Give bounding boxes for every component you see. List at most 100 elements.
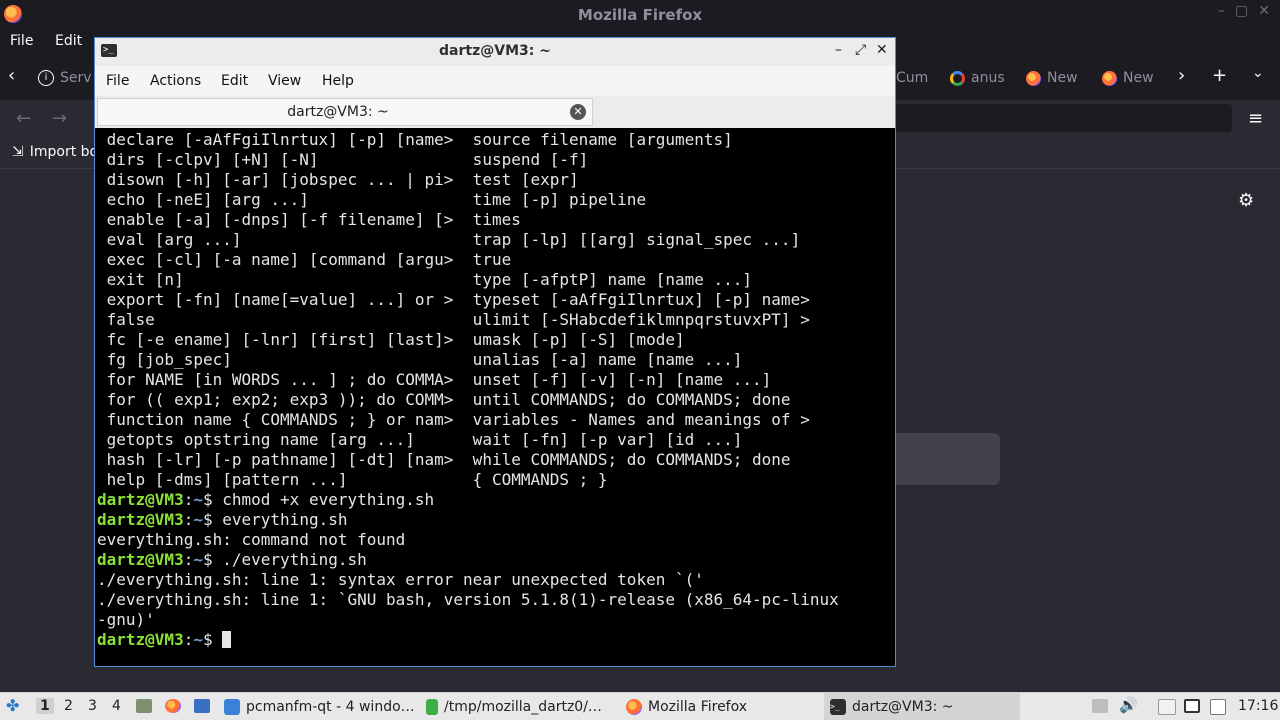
close-icon[interactable]: ✕ xyxy=(1258,3,1270,19)
workspace-1[interactable]: 1 xyxy=(36,698,54,714)
start-menu-icon[interactable]: ✤ xyxy=(6,696,19,715)
command-line: ./everything.sh xyxy=(222,550,367,569)
prompt-user: dartz@VM3 xyxy=(97,630,184,649)
prompt-sep: : xyxy=(183,490,194,509)
help-line: disown [-h] [-ar] [jobspec ... | pi> tes… xyxy=(97,170,579,189)
workspace-3[interactable]: 3 xyxy=(88,698,97,714)
command-output: everything.sh: command not found xyxy=(97,530,406,549)
firefox-icon xyxy=(1102,70,1117,86)
tab-scroll-left-icon[interactable]: ‹ xyxy=(8,65,15,86)
firefox-icon xyxy=(4,5,22,23)
task-tmp-file[interactable]: /tmp/mozilla_dartz0/… xyxy=(426,693,618,720)
app-menu-icon[interactable]: ≡ xyxy=(1248,108,1263,129)
terminal-tab-label: dartz@VM3: ~ xyxy=(287,104,389,120)
help-line: export [-fn] [name[=value] ...] or > typ… xyxy=(97,290,810,309)
help-line: declare [-aAfFgiIlnrtux] [-p] [name> sou… xyxy=(97,130,733,149)
firefox-icon xyxy=(1026,70,1041,86)
menu-edit[interactable]: Edit xyxy=(55,33,82,49)
prompt-sep: : xyxy=(183,630,194,649)
tab-label: New xyxy=(1047,70,1078,86)
help-line: enable [-a] [-dnps] [-f filename] [> tim… xyxy=(97,210,521,229)
prompt-user: dartz@VM3 xyxy=(97,490,184,509)
firefox-launcher-icon[interactable] xyxy=(165,699,181,713)
workspace-4[interactable]: 4 xyxy=(112,698,121,714)
terminal-tabbar: dartz@VM3: ~ ✕ xyxy=(95,96,895,128)
content-card[interactable] xyxy=(890,433,1000,485)
menu-help[interactable]: Help xyxy=(322,73,354,89)
forward-icon[interactable]: → xyxy=(52,108,67,129)
command-output: ./everything.sh: line 1: `GNU bash, vers… xyxy=(97,590,839,609)
workspace-2[interactable]: 2 xyxy=(64,698,73,714)
help-line: fc [-e ename] [-lnr] [first] [last]> uma… xyxy=(97,330,685,349)
import-icon: ⇲ xyxy=(12,144,24,160)
import-bookmarks-button[interactable]: ⇲ Import bo xyxy=(12,144,98,160)
maximize-icon[interactable]: ⤢ xyxy=(855,42,866,58)
file-manager-launcher-icon[interactable] xyxy=(194,699,210,713)
task-firefox[interactable]: Mozilla Firefox xyxy=(626,693,816,720)
minimize-icon[interactable]: – xyxy=(835,42,842,58)
text-cursor xyxy=(222,631,232,648)
firefox-window-controls: – ▢ ✕ xyxy=(1218,3,1270,19)
tab-serv[interactable]: i Serv xyxy=(38,67,92,89)
task-terminal[interactable]: >_ dartz@VM3: ~ xyxy=(824,693,1020,720)
close-icon[interactable]: ✕ xyxy=(876,42,888,58)
tab-cum[interactable]: Cum xyxy=(896,67,928,89)
prompt-sep: : xyxy=(183,550,194,569)
minimize-icon[interactable]: – xyxy=(1218,3,1225,19)
maximize-icon[interactable]: ▢ xyxy=(1235,3,1248,19)
prompt-dollar: $ xyxy=(202,630,223,649)
prompt-dollar: $ xyxy=(202,510,223,529)
task-pcmanfm[interactable]: pcmanfm-qt - 4 windo… xyxy=(224,693,420,720)
command-line: chmod +x everything.sh xyxy=(222,490,435,509)
help-line: hash [-lr] [-p pathname] [-dt] [nam> whi… xyxy=(97,450,791,469)
tab-label: anus xyxy=(971,70,1005,86)
command-line: everything.sh xyxy=(222,510,348,529)
prompt-user: dartz@VM3 xyxy=(97,510,184,529)
terminal-titlebar[interactable]: >_ dartz@VM3: ~ – ⤢ ✕ xyxy=(95,38,895,67)
terminal-output[interactable]: declare [-aAfFgiIlnrtux] [-p] [name> sou… xyxy=(95,128,895,666)
tab-anus[interactable]: anus xyxy=(950,67,1005,89)
display-icon[interactable] xyxy=(1184,699,1200,713)
back-icon[interactable]: ← xyxy=(16,108,31,129)
terminal-icon: >_ xyxy=(830,698,846,715)
prompt-path: ~ xyxy=(193,490,203,509)
terminal-menubar: File Actions Edit View Help xyxy=(95,66,895,96)
prompt-path: ~ xyxy=(193,510,203,529)
task-label: /tmp/mozilla_dartz0/… xyxy=(444,698,602,715)
command-output: -gnu)' xyxy=(97,610,155,629)
help-line: for (( exp1; exp2; exp3 )); do COMM> unt… xyxy=(97,390,791,409)
menu-actions[interactable]: Actions xyxy=(150,73,201,89)
prompt-dollar: $ xyxy=(202,490,223,509)
help-output: declare [-aAfFgiIlnrtux] [-p] [name> sou… xyxy=(97,130,810,489)
terminal-window: >_ dartz@VM3: ~ – ⤢ ✕ File Actions Edit … xyxy=(94,37,896,667)
tab-new-2[interactable]: New xyxy=(1102,67,1154,89)
terminal-tab[interactable]: dartz@VM3: ~ ✕ xyxy=(97,98,593,126)
eject-icon[interactable] xyxy=(1092,699,1108,713)
google-icon xyxy=(950,70,965,86)
folder-icon xyxy=(224,698,240,715)
notification-icon[interactable] xyxy=(1210,699,1226,715)
help-line: false ulimit [-SHabcdefiklmnpqrstuvxPT] … xyxy=(97,310,810,329)
prompt-user: dartz@VM3 xyxy=(97,550,184,569)
task-label: dartz@VM3: ~ xyxy=(852,698,954,715)
tab-close-icon[interactable]: ✕ xyxy=(570,104,586,120)
clipboard-icon[interactable] xyxy=(1158,699,1176,715)
menu-edit[interactable]: Edit xyxy=(221,73,248,89)
help-line: eval [arg ...] trap [-lp] [[arg] signal_… xyxy=(97,230,801,249)
help-line: getopts optstring name [arg ...] wait [-… xyxy=(97,430,743,449)
show-desktop-icon[interactable] xyxy=(136,699,152,713)
menu-file[interactable]: File xyxy=(10,33,33,49)
volume-icon[interactable]: 🔊 xyxy=(1119,696,1138,714)
gear-icon[interactable]: ⚙ xyxy=(1238,190,1254,211)
tab-label: New xyxy=(1123,70,1154,86)
clock[interactable]: 17:16 xyxy=(1238,698,1278,714)
terminal-text: declare [-aAfFgiIlnrtux] [-p] [name> sou… xyxy=(97,130,839,650)
url-bar[interactable] xyxy=(880,104,1232,132)
new-tab-icon[interactable]: + xyxy=(1212,65,1227,86)
info-icon: i xyxy=(38,70,54,86)
list-tabs-icon[interactable]: ⌄ xyxy=(1252,65,1264,81)
tab-new-1[interactable]: New xyxy=(1026,67,1078,89)
tab-scroll-right-icon[interactable]: › xyxy=(1178,65,1185,86)
menu-view[interactable]: View xyxy=(268,73,301,89)
menu-file[interactable]: File xyxy=(106,73,129,89)
